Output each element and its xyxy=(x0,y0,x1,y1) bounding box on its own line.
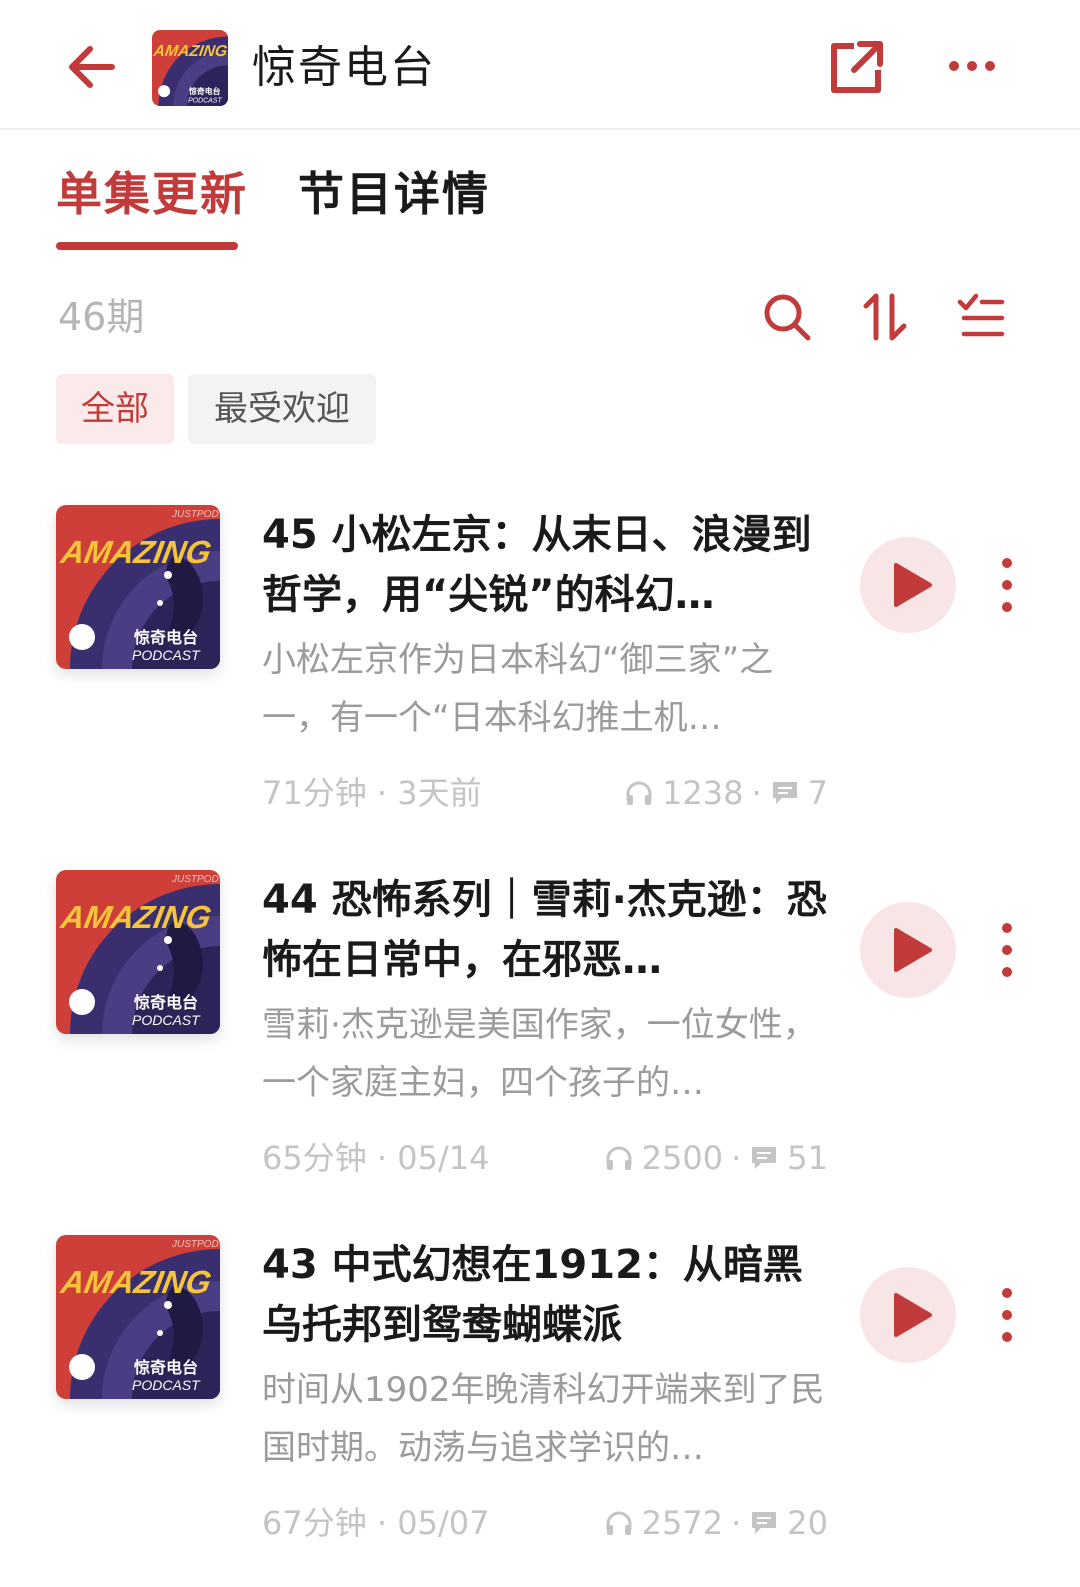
stats-separator: · xyxy=(731,1504,742,1542)
podcast-logo: AMAZING 惊奇电台 PODCAST xyxy=(152,30,228,106)
episode-meta: 65分钟 · 05/14 xyxy=(262,1139,490,1177)
episode-more-button[interactable] xyxy=(990,1283,1024,1347)
episode-meta: 67分钟 · 05/07 xyxy=(262,1504,490,1542)
more-vertical-icon xyxy=(1002,558,1012,612)
share-external-icon xyxy=(831,41,883,93)
episode-title[interactable]: 43 中式幻想在1912：从暗黑乌托邦到鸳鸯蝴蝶派 xyxy=(262,1235,832,1355)
episode-stats: 2572 · 20 xyxy=(604,1501,828,1545)
more-horizontal-icon xyxy=(949,61,995,71)
episode-item[interactable]: JUSTPOD AMAZING 惊奇电台 PODCAST 44 恐怖系列｜雪莉·… xyxy=(0,870,1080,1210)
svg-text:惊奇电台: 惊奇电台 xyxy=(188,86,221,96)
svg-text:PODCAST: PODCAST xyxy=(132,1012,201,1028)
sort-icon xyxy=(863,293,907,341)
comment-icon xyxy=(772,782,797,804)
filter-list-icon xyxy=(957,293,1005,337)
more-vertical-icon xyxy=(1002,1288,1012,1342)
comment-icon xyxy=(752,1512,777,1534)
svg-text:惊奇电台: 惊奇电台 xyxy=(134,1358,198,1377)
headphones-icon xyxy=(606,1511,632,1535)
episode-stats: 1238 · 7 xyxy=(624,771,828,815)
chip-most-popular[interactable]: 最受欢迎 xyxy=(188,374,376,444)
stats-separator: · xyxy=(751,774,762,812)
episode-stats: 2500 · 51 xyxy=(604,1136,828,1180)
sort-button[interactable] xyxy=(858,290,912,344)
svg-text:AMAZING: AMAZING xyxy=(152,43,228,60)
comment-icon xyxy=(752,1147,777,1169)
headphones-icon xyxy=(626,781,652,805)
comment-count: 7 xyxy=(807,774,828,812)
play-icon xyxy=(894,928,932,972)
episode-more-button[interactable] xyxy=(990,918,1024,982)
stats-separator: · xyxy=(731,1139,742,1177)
more-button[interactable] xyxy=(944,46,1000,86)
svg-text:AMAZING: AMAZING xyxy=(58,899,215,935)
svg-text:JUSTPOD: JUSTPOD xyxy=(171,1239,219,1250)
episode-item[interactable]: JUSTPOD AMAZING 惊奇电台 PODCAST 45 小松左京：从末日… xyxy=(0,505,1080,845)
episode-title[interactable]: 45 小松左京：从末日、浪漫到哲学，用“尖锐”的科幻… xyxy=(262,505,832,625)
tab-episodes[interactable]: 单集更新 xyxy=(56,164,248,224)
top-bar: AMAZING 惊奇电台 PODCAST 惊奇电台 xyxy=(0,0,1080,130)
episode-count: 46期 xyxy=(58,295,145,339)
svg-text:PODCAST: PODCAST xyxy=(188,97,222,104)
play-button[interactable] xyxy=(860,1267,956,1363)
episode-cover: JUSTPOD AMAZING 惊奇电台 PODCAST xyxy=(56,505,220,669)
episode-cover: JUSTPOD AMAZING 惊奇电台 PODCAST xyxy=(56,870,220,1034)
episode-description: 时间从1902年晚清科幻开端来到了民国时期。动荡与追求学识的… xyxy=(262,1370,825,1468)
back-button[interactable] xyxy=(58,38,122,96)
comment-count: 20 xyxy=(787,1504,828,1542)
play-count: 2500 xyxy=(641,1139,724,1177)
svg-text:惊奇电台: 惊奇电台 xyxy=(134,628,198,647)
arrow-left-icon xyxy=(69,46,115,88)
episode-description: 雪莉·杰克逊是美国作家，一位女性，一个家庭主妇，四个孩子的… xyxy=(262,1005,817,1103)
svg-text:惊奇电台: 惊奇电台 xyxy=(134,993,198,1012)
episode-title[interactable]: 44 恐怖系列｜雪莉·杰克逊：恐怖在日常中，在邪恶… xyxy=(262,870,832,990)
tab-details[interactable]: 节目详情 xyxy=(298,164,490,224)
search-button[interactable] xyxy=(760,290,814,344)
play-count: 2572 xyxy=(641,1504,724,1542)
episode-meta: 71分钟 · 3天前 xyxy=(262,774,482,812)
svg-text:PODCAST: PODCAST xyxy=(132,647,201,663)
play-count: 1238 xyxy=(662,774,744,812)
play-button[interactable] xyxy=(860,902,956,998)
play-icon xyxy=(894,1293,932,1337)
play-icon xyxy=(894,563,932,607)
svg-text:PODCAST: PODCAST xyxy=(132,1377,201,1393)
play-button[interactable] xyxy=(860,537,956,633)
svg-text:JUSTPOD: JUSTPOD xyxy=(171,509,219,520)
active-tab-indicator xyxy=(56,242,238,250)
svg-text:JUSTPOD: JUSTPOD xyxy=(171,874,219,885)
svg-text:AMAZING: AMAZING xyxy=(58,1264,215,1300)
chip-all[interactable]: 全部 xyxy=(56,374,174,444)
episode-item[interactable]: JUSTPOD AMAZING 惊奇电台 PODCAST 43 中式幻想在191… xyxy=(0,1235,1080,1575)
more-vertical-icon xyxy=(1002,923,1012,977)
tab-bar: 单集更新 节目详情 xyxy=(0,150,1080,260)
episode-more-button[interactable] xyxy=(990,553,1024,617)
filter-button[interactable] xyxy=(954,290,1008,344)
page-title: 惊奇电台 xyxy=(252,42,436,93)
episode-cover: JUSTPOD AMAZING 惊奇电台 PODCAST xyxy=(56,1235,220,1399)
episode-description: 小松左京作为日本科幻“御三家”之一，有一个“日本科幻推土机… xyxy=(262,640,774,738)
svg-text:AMAZING: AMAZING xyxy=(58,534,215,570)
headphones-icon xyxy=(606,1146,632,1170)
share-button[interactable] xyxy=(826,36,888,98)
comment-count: 51 xyxy=(787,1139,828,1177)
search-icon xyxy=(764,294,811,341)
